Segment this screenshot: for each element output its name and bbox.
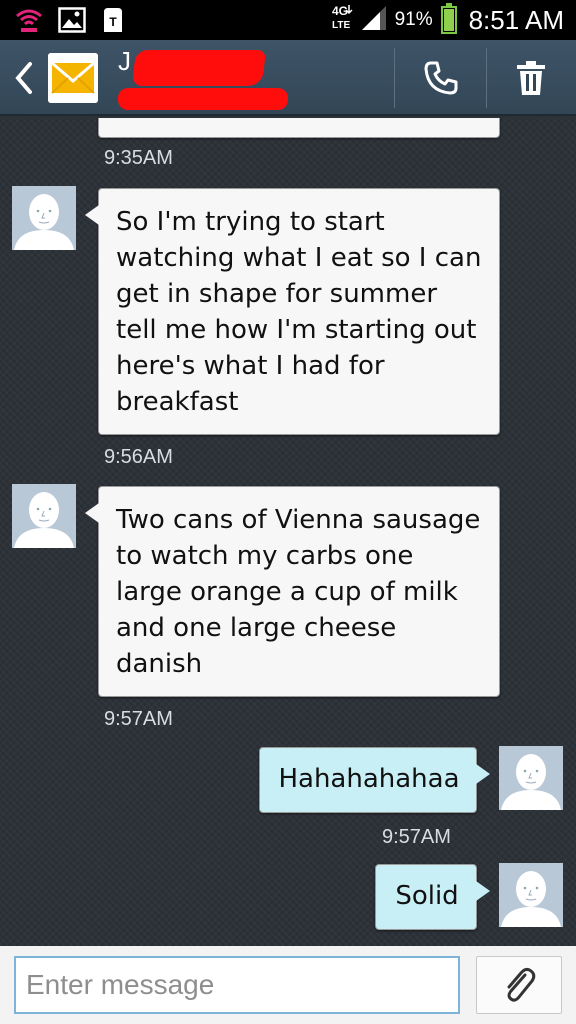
- back-button[interactable]: [6, 54, 42, 102]
- lte-icon: 4G LTE: [329, 3, 353, 37]
- message-timestamp: 9:35AM: [104, 147, 173, 169]
- paperclip-icon: [507, 967, 536, 1002]
- message-bubble-incoming[interactable]: Two cans of Vienna sausage to watch my c…: [85, 486, 500, 697]
- envelope-icon: [48, 53, 98, 103]
- wifi-hotspot-icon: [14, 7, 44, 37]
- redaction-mark: [118, 88, 288, 110]
- tmobile-icon: T: [100, 6, 126, 38]
- bubble-tail: [85, 205, 99, 225]
- bubble-tail: [85, 503, 99, 523]
- svg-text:4G: 4G: [332, 4, 348, 18]
- battery-percent: 91%: [394, 9, 433, 30]
- svg-text:LTE: LTE: [332, 20, 350, 31]
- trash-icon: [517, 61, 545, 95]
- avatar-icon: [499, 863, 563, 927]
- contact-name: J: [118, 46, 131, 76]
- sender-avatar[interactable]: [12, 186, 76, 250]
- delete-button[interactable]: [490, 50, 572, 106]
- status-bar: T 4G LTE 91% 8:51 AM: [0, 0, 576, 40]
- redaction-mark: [132, 50, 266, 86]
- clock: 8:51 AM: [468, 4, 564, 35]
- message-input[interactable]: [14, 956, 460, 1014]
- bubble-tail: [476, 881, 490, 901]
- avatar-icon: [12, 186, 76, 250]
- conversation-list[interactable]: 9:35AM So I'm trying to start watching w…: [0, 118, 576, 946]
- avatar-icon: [12, 484, 76, 548]
- message-bubble-outgoing[interactable]: Hahahahahaa: [259, 747, 490, 813]
- message-bubble-outgoing[interactable]: Solid: [375, 864, 490, 930]
- battery-level-fill: [443, 9, 454, 31]
- message-text: Two cans of Vienna sausage to watch my c…: [116, 505, 481, 679]
- message-text: So I'm trying to start watching what I e…: [116, 207, 482, 417]
- attach-button[interactable]: [476, 956, 562, 1014]
- message-bubble-partial[interactable]: [98, 118, 500, 138]
- message-timestamp: 9:57AM: [382, 826, 451, 848]
- my-avatar[interactable]: [499, 863, 563, 927]
- message-timestamp: 9:57AM: [104, 708, 173, 730]
- message-timestamp: 9:56AM: [104, 446, 173, 468]
- svg-text:T: T: [109, 15, 117, 29]
- signal-icon: [361, 5, 387, 35]
- phone-icon: [424, 61, 458, 95]
- message-bubble-incoming[interactable]: So I'm trying to start watching what I e…: [85, 188, 500, 435]
- gallery-icon: [58, 7, 86, 37]
- message-text: Hahahahahaa: [278, 764, 460, 794]
- contact-avatar[interactable]: [48, 53, 98, 103]
- divider: [394, 48, 395, 108]
- my-avatar[interactable]: [499, 746, 563, 810]
- avatar-icon: [499, 746, 563, 810]
- conversation-header: J: [0, 40, 576, 116]
- battery-icon: [440, 3, 457, 34]
- message-composer: [0, 946, 576, 1024]
- message-text: Solid: [395, 881, 459, 911]
- divider: [486, 48, 487, 108]
- bubble-tail: [476, 764, 490, 784]
- sender-avatar[interactable]: [12, 484, 76, 548]
- call-button[interactable]: [400, 50, 482, 106]
- back-icon: [15, 62, 32, 94]
